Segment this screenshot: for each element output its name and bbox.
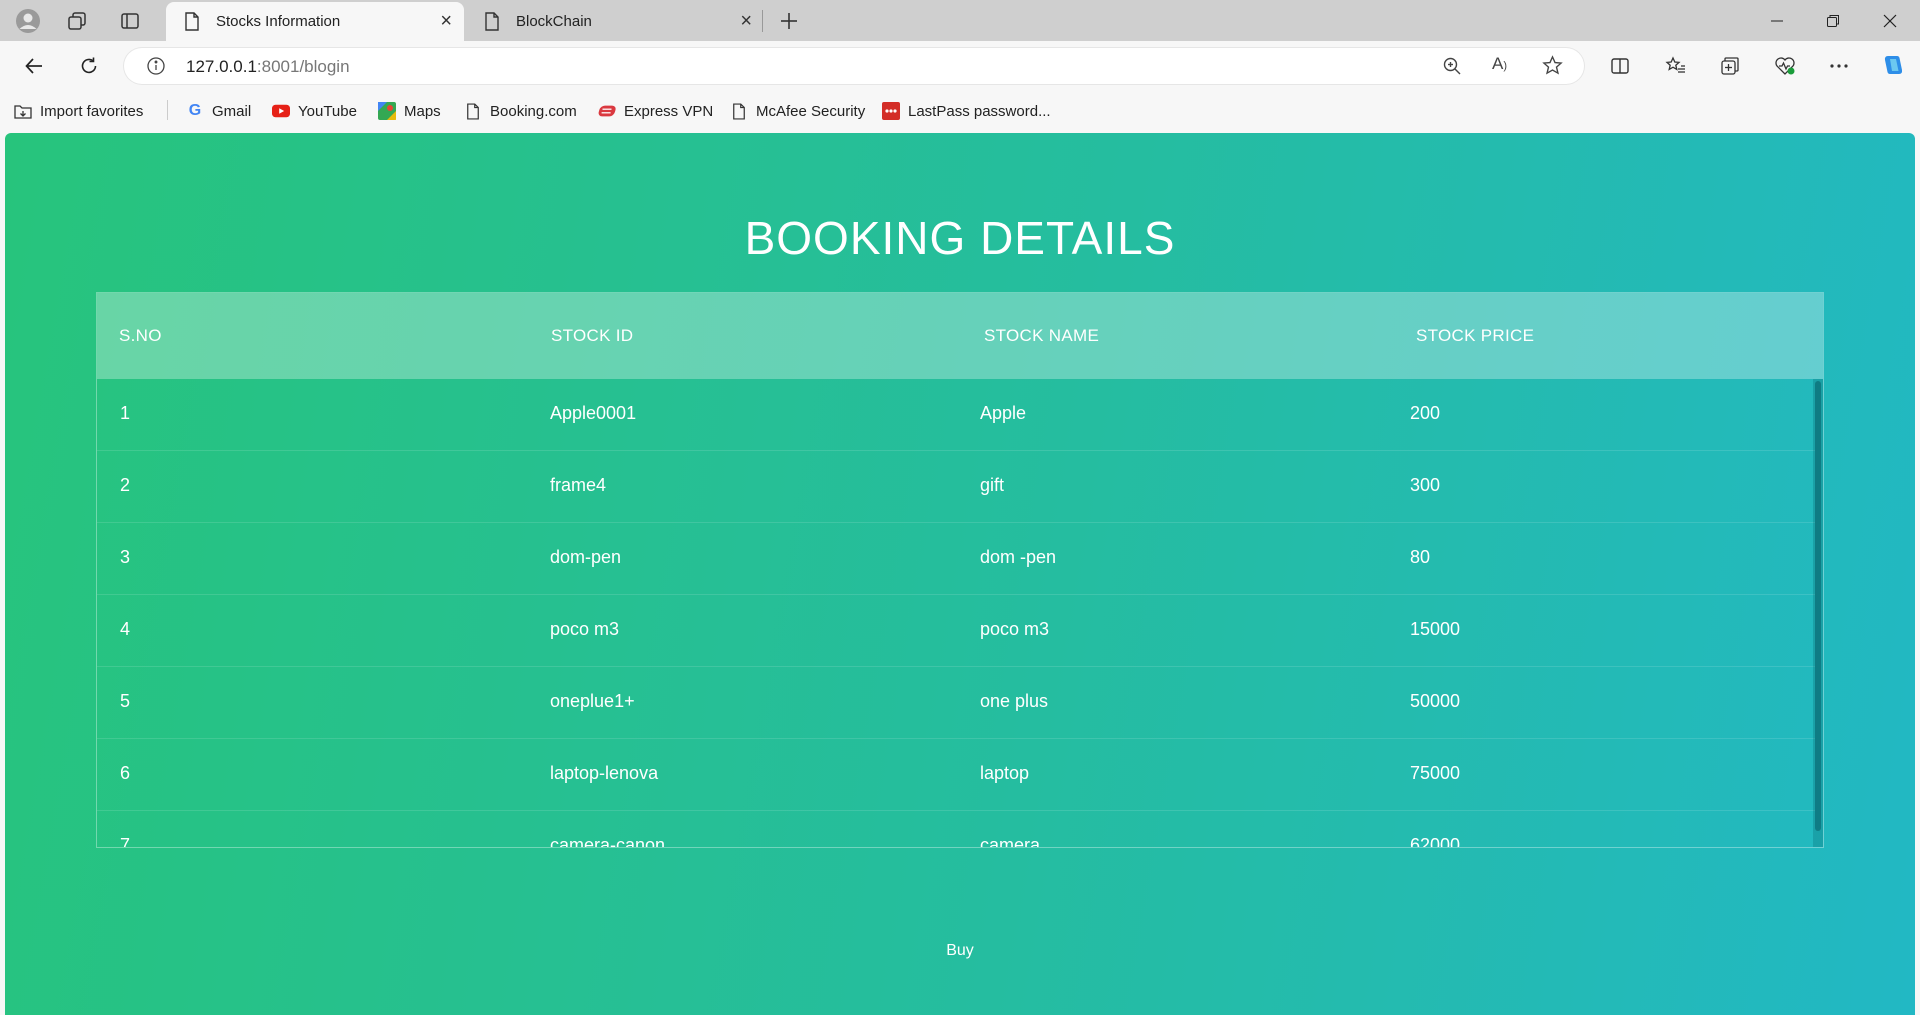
close-window-icon[interactable] — [1862, 0, 1918, 41]
table-row: 1 Apple0001 Apple 200 — [97, 379, 1815, 451]
cell-sno: 2 — [120, 475, 131, 495]
close-tab-icon[interactable]: × — [440, 10, 452, 33]
cell-stock-name: poco m3 — [980, 619, 1050, 639]
favorite-star-icon[interactable] — [1542, 55, 1563, 81]
page-icon — [484, 12, 500, 35]
cell-stock-name: gift — [980, 475, 1005, 495]
page-icon — [730, 102, 748, 120]
column-header-sno: S.NO — [119, 326, 162, 345]
cell-sno: 3 — [120, 547, 131, 567]
favorite-maps[interactable]: Maps — [378, 101, 441, 121]
favorite-booking[interactable]: Booking.com — [464, 101, 577, 121]
restore-icon[interactable] — [1805, 0, 1861, 41]
collections-icon[interactable] — [1713, 51, 1747, 81]
import-folder-icon — [14, 102, 32, 120]
tab-strip: Stocks Information × BlockChain × — [0, 0, 1920, 41]
cell-stock-price: 62000 — [1410, 835, 1461, 848]
cell-stock-id: laptop-lenova — [550, 763, 659, 783]
column-header-stock-price: STOCK PRICE — [1416, 326, 1535, 345]
cell-stock-name: one plus — [980, 691, 1049, 711]
site-info-icon[interactable] — [146, 56, 166, 81]
favorite-mcafee[interactable]: McAfee Security — [730, 101, 865, 121]
profile-avatar-icon[interactable] — [12, 6, 44, 36]
vertical-tabs-icon[interactable] — [114, 6, 146, 36]
page-content: BOOKING DETAILS S.NO STOCK ID STOCK NAME… — [5, 133, 1915, 1015]
url-text[interactable]: 127.0.0.1:8001/blogin — [186, 57, 350, 77]
table-row: 4 poco m3 poco m3 15000 — [97, 595, 1815, 667]
favorites-list-icon[interactable] — [1659, 51, 1693, 81]
cell-stock-price: 80 — [1410, 547, 1431, 567]
expressvpn-icon — [598, 102, 616, 120]
table-row: 5 oneplue1+ one plus 50000 — [97, 667, 1815, 739]
browser-essentials-icon[interactable] — [1768, 51, 1802, 81]
cell-stock-price: 15000 — [1410, 619, 1461, 639]
column-header-stock-name: STOCK NAME — [984, 326, 1100, 345]
favorite-youtube[interactable]: YouTube — [272, 101, 357, 121]
cell-sno: 4 — [120, 619, 131, 639]
page-title: BOOKING DETAILS — [744, 212, 1176, 264]
tab-title: BlockChain — [516, 13, 592, 30]
cell-stock-name: camera — [980, 835, 1041, 848]
tab-divider — [762, 10, 763, 32]
cell-stock-price: 200 — [1410, 403, 1441, 423]
favorite-gmail[interactable]: G Gmail — [186, 101, 251, 121]
new-tab-icon[interactable] — [773, 6, 805, 36]
back-icon[interactable] — [17, 51, 51, 81]
cell-stock-name: dom -pen — [980, 547, 1057, 567]
address-bar[interactable]: 127.0.0.1:8001/blogin A) — [124, 48, 1584, 84]
navigation-toolbar: 127.0.0.1:8001/blogin A) — [0, 41, 1920, 91]
table-row: 3 dom-pen dom -pen 80 — [97, 523, 1815, 595]
favorites-bar: Import favorites G Gmail YouTube Maps Bo… — [0, 91, 1920, 129]
refresh-icon[interactable] — [72, 51, 106, 81]
page-icon — [464, 102, 482, 120]
booking-table: S.NO STOCK ID STOCK NAME STOCK PRICE 1 A… — [96, 292, 1824, 848]
zoom-icon[interactable] — [1442, 56, 1462, 81]
lastpass-icon — [882, 102, 900, 120]
buy-button[interactable]: Buy — [935, 939, 985, 963]
table-row: 2 frame4 gift 300 — [97, 451, 1815, 523]
table-scrollbar-thumb[interactable] — [1815, 381, 1821, 831]
table-row: 7 camera-canon camera 62000 — [97, 811, 1815, 848]
favorite-expressvpn[interactable]: Express VPN — [598, 101, 713, 121]
read-aloud-icon[interactable]: A) — [1492, 54, 1507, 74]
split-screen-icon[interactable] — [1603, 51, 1637, 81]
cell-stock-id: dom-pen — [550, 547, 622, 567]
cell-stock-id: oneplue1+ — [550, 691, 635, 711]
cell-sno: 6 — [120, 763, 131, 783]
cell-stock-id: frame4 — [550, 475, 607, 495]
tab-title: Stocks Information — [216, 13, 341, 30]
close-tab-icon[interactable]: × — [740, 10, 752, 33]
cell-stock-price: 50000 — [1410, 691, 1461, 711]
favorite-import[interactable]: Import favorites — [14, 101, 143, 121]
cell-stock-name: laptop — [980, 763, 1030, 783]
cell-stock-id: poco m3 — [550, 619, 620, 639]
favorites-divider — [167, 100, 168, 120]
column-header-stock-id: STOCK ID — [551, 326, 634, 345]
cell-stock-price: 75000 — [1410, 763, 1461, 783]
cell-stock-name: Apple — [980, 403, 1027, 423]
minimize-icon[interactable] — [1749, 0, 1805, 41]
youtube-icon — [272, 102, 290, 120]
google-icon: G — [188, 102, 202, 119]
cell-sno: 1 — [120, 403, 131, 423]
table-row: 6 laptop-lenova laptop 75000 — [97, 739, 1815, 811]
maps-icon — [378, 102, 396, 120]
favorite-lastpass[interactable]: LastPass password... — [882, 101, 1051, 121]
tab-stocks-information[interactable]: Stocks Information × — [166, 2, 464, 41]
tab-blockchain[interactable]: BlockChain × — [466, 2, 764, 41]
cell-sno: 5 — [120, 691, 131, 711]
cell-stock-price: 300 — [1410, 475, 1441, 495]
cell-sno: 7 — [120, 835, 131, 848]
more-options-icon[interactable] — [1822, 51, 1856, 81]
copilot-icon[interactable] — [1876, 51, 1910, 81]
table-header: S.NO STOCK ID STOCK NAME STOCK PRICE — [97, 293, 1823, 379]
page-icon — [184, 12, 200, 35]
workspaces-icon[interactable] — [61, 6, 93, 36]
table-body: 1 Apple0001 Apple 200 2 frame4 gift 300 … — [97, 379, 1815, 848]
cell-stock-id: Apple0001 — [550, 403, 637, 423]
cell-stock-id: camera-canon — [550, 835, 666, 848]
